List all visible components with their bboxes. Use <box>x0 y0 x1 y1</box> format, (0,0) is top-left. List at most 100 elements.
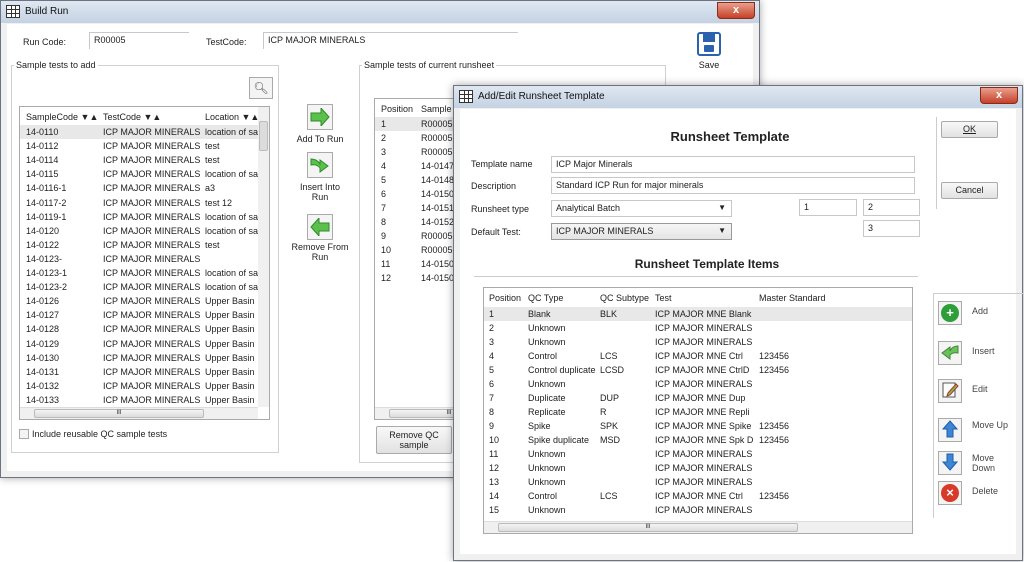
column-header[interactable]: Position <box>489 293 521 303</box>
table-row[interactable]: 13 Unknown ICP MAJOR MINERALS <box>484 475 912 489</box>
scroll-thumb[interactable]: III <box>34 409 204 418</box>
table-row[interactable]: 14-0127 ICP MAJOR MINERALS Upper Basin <box>20 308 269 322</box>
template-name-field[interactable]: ICP Major Minerals <box>551 156 915 173</box>
table-row[interactable]: 12 Unknown ICP MAJOR MINERALS <box>484 461 912 475</box>
horizontal-scrollbar[interactable]: III <box>484 521 912 533</box>
table-row[interactable]: 14-0123-1 ICP MAJOR MINERALS location of s… <box>20 266 269 280</box>
default-test-select[interactable]: ICP MAJOR MINERALS ▼ <box>551 223 732 240</box>
insert-into-run-button[interactable] <box>307 152 333 178</box>
cell: Replicate <box>528 407 566 417</box>
cell: LCS <box>600 491 618 501</box>
window-title: Build Run <box>25 6 69 17</box>
cell: 7 <box>381 203 387 213</box>
cell: 10 <box>381 245 392 255</box>
table-row[interactable]: 14-0114 ICP MAJOR MINERALS test <box>20 153 269 167</box>
test-code-field[interactable]: ICP MAJOR MINERALS <box>263 32 518 49</box>
table-row[interactable]: 15 Unknown ICP MAJOR MINERALS <box>484 503 912 517</box>
save-button[interactable]: Save <box>695 32 723 70</box>
insert-button[interactable] <box>938 341 962 365</box>
ok-button[interactable]: OK <box>941 121 998 138</box>
column-header[interactable]: Location ▼▲ <box>205 112 259 122</box>
cell: 2 <box>381 133 387 143</box>
cell: 14-0150- <box>421 273 458 283</box>
cell: Unknown <box>528 379 566 389</box>
box-1-field[interactable]: 1 <box>799 199 857 216</box>
cancel-button[interactable]: Cancel <box>941 182 998 199</box>
run-code-field[interactable]: R00005 <box>89 32 189 49</box>
move-down-button[interactable] <box>938 451 962 475</box>
cell: Upper Basin <box>205 352 255 363</box>
table-row[interactable]: 14-0112 ICP MAJOR MINERALS test <box>20 139 269 153</box>
table-row[interactable]: 6 Unknown ICP MAJOR MINERALS <box>484 377 912 391</box>
delete-button[interactable]: × <box>938 481 962 505</box>
column-header[interactable]: QC Type <box>528 293 563 303</box>
column-header[interactable]: SampleCode ▼▲ <box>26 112 98 122</box>
table-row[interactable]: 14-0119-1 ICP MAJOR MINERALS location of s… <box>20 210 269 224</box>
box-3-field[interactable]: 3 <box>863 220 920 237</box>
edit-button[interactable] <box>938 379 962 403</box>
table-row[interactable]: 14-0122 ICP MAJOR MINERALS test <box>20 238 269 252</box>
table-row[interactable]: 4 Control LCS ICP MAJOR MNE Ctrl 123456 <box>484 349 912 363</box>
table-row[interactable]: 10 Spike duplicate MSD ICP MAJOR MNE Spk D 1… <box>484 433 912 447</box>
cell: 14-0122 <box>26 239 60 250</box>
table-row[interactable]: 14-0133 ICP MAJOR MINERALS Upper Basin <box>20 393 269 407</box>
remove-qc-sample-button[interactable]: Remove QC sample <box>376 426 452 454</box>
table-row[interactable]: 8 Replicate R ICP MAJOR MNE Repli <box>484 405 912 419</box>
table-row[interactable]: 5 Control duplicate LCSD ICP MAJOR MNE Ctrl… <box>484 363 912 377</box>
close-button[interactable]: x <box>717 2 755 19</box>
move-up-button[interactable] <box>938 418 962 442</box>
edit-label: Edit <box>972 384 988 394</box>
column-header[interactable]: Master Standard <box>759 293 826 303</box>
horizontal-scrollbar[interactable]: III <box>20 407 258 419</box>
include-reusable-checkbox[interactable] <box>19 429 29 439</box>
column-header[interactable]: Sample <box>421 104 452 114</box>
table-row[interactable]: 14-0115 ICP MAJOR MINERALS location of sa <box>20 167 269 181</box>
table-row[interactable]: 14-0116-1 ICP MAJOR MINERALS a3 <box>20 181 269 195</box>
cell: 14-0150 <box>421 189 455 199</box>
vertical-scrollbar[interactable] <box>258 107 269 407</box>
table-row[interactable]: 14-0130 ICP MAJOR MINERALS Upper Basin <box>20 351 269 365</box>
add-label: Add <box>972 306 989 316</box>
title-bar[interactable]: Add/Edit Runsheet Template x <box>454 86 1022 108</box>
column-header[interactable]: TestCode ▼▲ <box>103 112 161 122</box>
column-header[interactable]: Test <box>655 293 672 303</box>
table-row[interactable]: 14-0128 ICP MAJOR MINERALS Upper Basin <box>20 322 269 336</box>
table-row[interactable]: 3 Unknown ICP MAJOR MINERALS <box>484 335 912 349</box>
cell: MSD <box>600 435 620 445</box>
table-row[interactable]: 14-0131 ICP MAJOR MINERALS Upper Basin <box>20 365 269 379</box>
selected-value: ICP MAJOR MINERALS <box>556 226 654 236</box>
box-2-field[interactable]: 2 <box>863 199 920 216</box>
table-row[interactable]: 9 Spike SPK ICP MAJOR MNE Spike 123456 <box>484 419 912 433</box>
table-row[interactable]: 1 Blank BLK ICP MAJOR MNE Blank <box>484 307 912 321</box>
table-row[interactable]: 14-0120 ICP MAJOR MINERALS location of sa <box>20 224 269 238</box>
column-header[interactable]: Position <box>381 104 413 114</box>
cell: 123456 <box>759 421 790 431</box>
runsheet-template-heading: Runsheet Template <box>670 129 790 144</box>
table-row[interactable]: 14-0123-2 ICP MAJOR MINERALS location of s… <box>20 280 269 294</box>
table-row[interactable]: 14-0132 ICP MAJOR MINERALS Upper Basin <box>20 379 269 393</box>
add-button[interactable]: + <box>938 301 962 325</box>
table-row[interactable]: 7 Duplicate DUP ICP MAJOR MNE Dup <box>484 391 912 405</box>
dropdown-arrow-icon: ▼ <box>718 226 726 235</box>
table-row[interactable]: 14-0123- ICP MAJOR MINERALS <box>20 252 269 266</box>
add-to-run-button[interactable] <box>307 104 333 130</box>
remove-from-run-button[interactable] <box>307 214 333 240</box>
table-row[interactable]: 14-0126 ICP MAJOR MINERALS Upper Basin <box>20 294 269 308</box>
find-button[interactable]: 🔍︎ <box>249 77 273 99</box>
table-row[interactable]: 11 Unknown ICP MAJOR MINERALS <box>484 447 912 461</box>
template-items-table[interactable]: Position QC Type QC Subtype Test Master Stan… <box>483 287 913 534</box>
table-row[interactable]: 14-0110 ICP MAJOR MINERALS location of sa <box>20 125 269 139</box>
runsheet-type-select[interactable]: Analytical Batch ▼ <box>551 200 732 217</box>
scroll-thumb[interactable]: III <box>498 523 798 532</box>
scroll-thumb[interactable] <box>259 121 268 151</box>
column-header[interactable]: QC Subtype <box>600 293 649 303</box>
close-button[interactable]: x <box>980 87 1018 104</box>
table-row[interactable]: 2 Unknown ICP MAJOR MINERALS <box>484 321 912 335</box>
description-field[interactable]: Standard ICP Run for major minerals <box>551 177 915 194</box>
table-row[interactable]: 14-0129 ICP MAJOR MINERALS Upper Basin <box>20 337 269 351</box>
table-row[interactable]: 14-0117-2 ICP MAJOR MINERALS test 12 <box>20 196 269 210</box>
title-bar[interactable]: Build Run x <box>1 1 759 23</box>
cell: Upper Basin <box>205 324 255 335</box>
table-row[interactable]: 14 Control LCS ICP MAJOR MNE Ctrl 123456 <box>484 489 912 503</box>
sample-tests-list[interactable]: SampleCode ▼▲ TestCode ▼▲ Location ▼▲ 14-01… <box>19 106 270 420</box>
